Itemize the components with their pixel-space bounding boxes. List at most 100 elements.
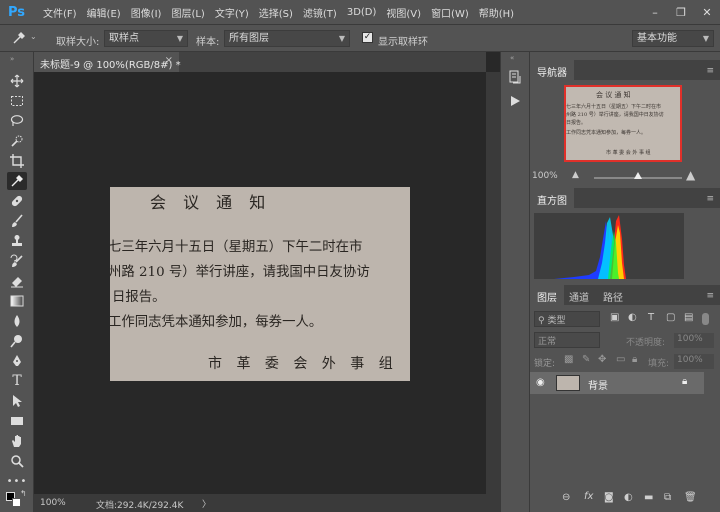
zoom-level[interactable]: 100% <box>40 498 66 508</box>
menu-file[interactable]: 文件(F) <box>38 5 82 20</box>
workspace-dropdown[interactable]: 基本功能 ▼ <box>632 30 714 47</box>
filter-smart-object-icon[interactable]: ▤ <box>684 312 693 323</box>
layer-name[interactable]: 背景 <box>588 377 608 392</box>
zoom-slider-handle[interactable] <box>634 172 642 179</box>
search-icon: ⚲ <box>538 316 545 326</box>
navigator-zoom[interactable]: 100% <box>532 171 558 181</box>
filter-toggle-switch[interactable] <box>702 313 709 325</box>
menu-window[interactable]: 窗口(W) <box>426 5 474 20</box>
eyedropper-icon[interactable] <box>12 31 26 48</box>
pen-icon[interactable] <box>7 352 27 370</box>
menu-help[interactable]: 帮助(H) <box>474 5 519 20</box>
swap-colors-icon[interactable]: ↰ <box>20 489 27 498</box>
panel-menu-icon[interactable]: ≡ <box>706 291 714 301</box>
clone-stamp-icon[interactable] <box>7 232 27 250</box>
tab-paths[interactable]: 路径 <box>596 285 630 305</box>
layer-lock-icon: 🔒︎ <box>682 376 688 387</box>
tab-histogram[interactable]: 直方图 <box>530 188 574 208</box>
zoom-out-mountain-icon[interactable]: ▲ <box>572 170 579 180</box>
tool-preset-chevron-icon[interactable]: ⌄ <box>30 32 37 41</box>
actions-play-icon[interactable] <box>508 94 522 111</box>
layer-thumbnail <box>556 375 580 391</box>
panel-menu-icon[interactable]: ≡ <box>706 66 714 76</box>
adjustment-layer-icon[interactable]: ◐ <box>624 492 633 503</box>
minimize-button[interactable]: – <box>642 6 668 19</box>
menu-bar: Ps 文件(F) 编辑(E) 图像(I) 图层(L) 文字(Y) 选择(S) 滤… <box>0 0 720 24</box>
vertical-scrollbar[interactable] <box>486 72 500 494</box>
lasso-icon[interactable] <box>7 112 27 130</box>
eraser-icon[interactable] <box>7 272 27 290</box>
blend-mode-dropdown[interactable]: 正常 <box>534 332 600 348</box>
layer-filter-dropdown[interactable]: ⚲ 类型 <box>534 311 600 327</box>
show-ring-checkbox[interactable]: ✓ <box>362 32 373 43</box>
thumb-line-1: 七三年六月十五日（星期五）下午二时在市 <box>566 104 662 110</box>
more-icon[interactable]: ••• <box>7 472 27 490</box>
trash-icon[interactable]: 🗑︎ <box>684 492 697 503</box>
filter-pixel-icon[interactable]: ▣ <box>610 312 619 323</box>
navigator-header: 导航器 ≡ <box>530 60 720 80</box>
opacity-value[interactable]: 100% <box>674 333 714 348</box>
collapse-arrows-icon[interactable]: » <box>10 55 14 63</box>
zoom-icon[interactable] <box>7 452 27 470</box>
menu-view[interactable]: 视图(V) <box>381 5 426 20</box>
menu-filter[interactable]: 滤镜(T) <box>298 5 342 20</box>
tab-navigator[interactable]: 导航器 <box>530 60 574 80</box>
move-icon[interactable] <box>7 72 27 90</box>
layers-header: 图层 通道 路径 ≡ <box>530 285 720 305</box>
sample-size-dropdown[interactable]: 取样点 ▼ <box>104 30 188 47</box>
healing-icon[interactable] <box>7 192 27 210</box>
history-brush-icon[interactable] <box>7 252 27 270</box>
lock-position-icon[interactable]: ✥ <box>598 354 606 365</box>
zoom-in-mountain-icon[interactable]: ▲ <box>686 168 695 182</box>
new-layer-icon[interactable]: ⧉ <box>664 492 671 503</box>
lock-transparent-icon[interactable]: ▩ <box>564 354 573 365</box>
new-group-icon[interactable]: ▬ <box>644 492 653 503</box>
sample-dropdown[interactable]: 所有图层 ▼ <box>224 30 350 47</box>
fill-value[interactable]: 100% <box>674 354 714 369</box>
document-image[interactable]: 会 议 通 知 七三年六月十五日（星期五）下午二时在市 州路 210 号）举行讲… <box>110 187 410 381</box>
lock-artboard-icon[interactable]: ▭ <box>616 354 625 365</box>
marquee-icon[interactable] <box>7 92 27 110</box>
quick-select-icon[interactable] <box>7 132 27 150</box>
lock-all-icon[interactable]: 🔒︎ <box>632 354 637 365</box>
expand-arrows-icon[interactable]: « <box>510 54 514 62</box>
menu-layer[interactable]: 图层(L) <box>166 5 209 20</box>
blur-icon[interactable] <box>7 312 27 330</box>
menu-edit[interactable]: 编辑(E) <box>82 5 126 20</box>
filter-adjustment-icon[interactable]: ◐ <box>628 312 637 323</box>
filter-type-icon[interactable]: T <box>648 312 654 323</box>
gradient-icon[interactable] <box>7 292 27 310</box>
history-panel-icon[interactable] <box>508 70 522 87</box>
hand-icon[interactable] <box>7 432 27 450</box>
filter-shape-icon[interactable]: ▢ <box>666 312 675 323</box>
rectangle-icon[interactable] <box>7 412 27 430</box>
type-icon[interactable]: T <box>7 372 27 390</box>
tab-layers[interactable]: 图层 <box>530 285 564 305</box>
menu-type[interactable]: 文字(Y) <box>210 5 254 20</box>
dodge-icon[interactable] <box>7 332 27 350</box>
lock-image-icon[interactable]: ✎ <box>582 354 590 365</box>
add-mask-icon[interactable]: ◙ <box>604 492 614 503</box>
crop-icon[interactable] <box>7 152 27 170</box>
tab-channels[interactable]: 通道 <box>562 285 596 305</box>
link-layers-icon[interactable]: ⊖ <box>562 492 570 503</box>
path-select-icon[interactable] <box>7 392 27 410</box>
restore-button[interactable]: ❐ <box>668 6 694 19</box>
document-tab-bar: 未标题-9 @ 100%(RGB/8#) * × <box>34 52 486 72</box>
close-button[interactable]: ✕ <box>694 6 720 19</box>
close-icon[interactable]: × <box>165 55 173 66</box>
eye-visibility-icon[interactable]: ◉ <box>536 377 545 388</box>
panel-menu-icon[interactable]: ≡ <box>706 194 714 204</box>
menu-3d[interactable]: 3D(D) <box>342 7 382 18</box>
document-info: 文档:292.4K/292.4K <box>96 501 184 511</box>
navigator-thumbnail[interactable]: 会 议 通 知 七三年六月十五日（星期五）下午二时在市 州路 210 号）举行讲… <box>564 85 682 162</box>
eyedropper-tool-icon[interactable] <box>7 172 27 190</box>
menu-select[interactable]: 选择(S) <box>254 5 298 20</box>
document-tab[interactable]: 未标题-9 @ 100%(RGB/8#) * × <box>34 52 181 72</box>
brush-icon[interactable] <box>7 212 27 230</box>
menu-image[interactable]: 图像(I) <box>126 5 167 20</box>
layer-row-background[interactable]: ◉ 背景 🔒︎ <box>530 372 704 394</box>
fx-icon[interactable]: fx <box>584 491 593 502</box>
background-color-swatch[interactable] <box>12 498 21 507</box>
status-menu-arrow-icon[interactable]: 〉 <box>202 497 211 510</box>
